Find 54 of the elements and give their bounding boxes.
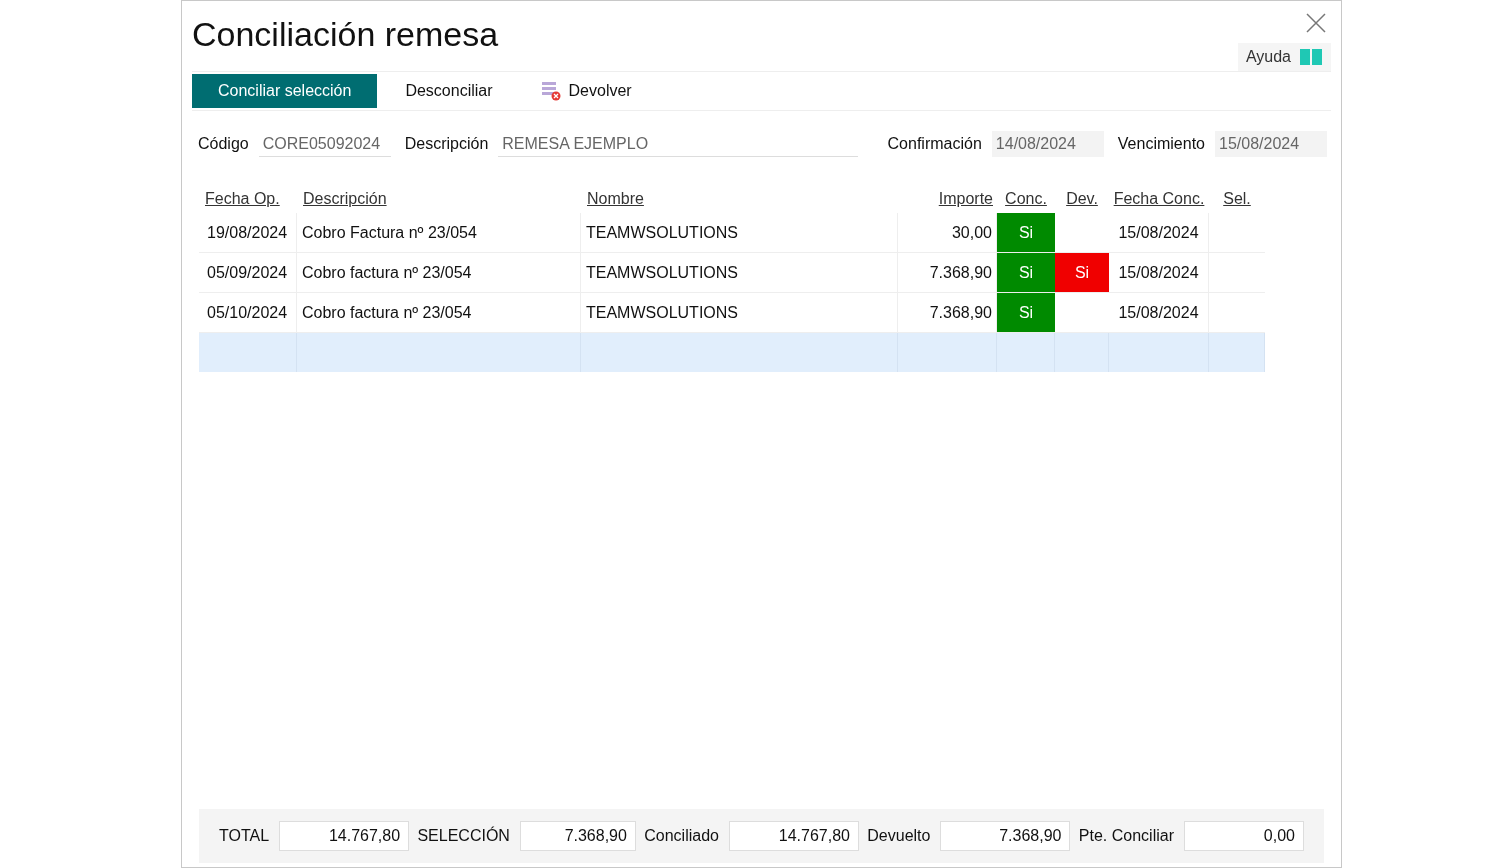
table-cell: Cobro factura nº 23/054 (297, 293, 581, 332)
column-header[interactable]: Conc. (1005, 190, 1047, 207)
table-cell: 05/10/2024 (199, 293, 297, 332)
table-row[interactable]: 05/09/2024 Cobro factura nº 23/054 TEAMWSOLUTIONS 7.368,90 Si Si 15/08/2024 (199, 253, 1265, 293)
help-button[interactable]: Ayuda (1237, 43, 1331, 71)
list-remove-icon (540, 81, 561, 101)
table-cell: 15/08/2024 (1109, 213, 1209, 252)
column-header[interactable]: Fecha Op. (205, 190, 280, 207)
total-field[interactable]: 7.368,90 (940, 821, 1071, 851)
field-label: Confirmación (887, 134, 982, 154)
total-label: Pte. Conciliar (1078, 826, 1174, 846)
table-cell: Cobro Factura nº 23/054 (297, 213, 581, 252)
dialog-title: Conciliación remesa (192, 14, 499, 55)
total-label: SELECCIÓN (417, 825, 510, 846)
column-header[interactable]: Nombre (587, 190, 644, 207)
text-field[interactable]: CORE05092024 (258, 131, 391, 157)
conc-cell: Si (997, 213, 1055, 252)
table-row[interactable]: 19/08/2024 Cobro Factura nº 23/054 TEAMWSOLUTIONS 30,00 Si 15/08/2024 (199, 213, 1265, 253)
table-cell: TEAMWSOLUTIONS (581, 293, 898, 332)
dev-cell: Si (1055, 253, 1109, 292)
conc-cell: Si (997, 293, 1055, 332)
table-cell: 05/09/2024 (199, 253, 297, 292)
text-field[interactable]: REMESA EJEMPLO (498, 131, 859, 157)
total-field[interactable]: 0,00 (1183, 821, 1304, 851)
table-cell: 15/08/2024 (1109, 253, 1209, 292)
total-label: Conciliado (644, 826, 719, 846)
column-header[interactable]: Descripción (303, 190, 387, 207)
conc-cell: Si (997, 253, 1055, 292)
table-cell: 19/08/2024 (199, 213, 297, 252)
text-field[interactable]: 15/08/2024 (1215, 131, 1327, 157)
total-label: TOTAL (219, 826, 270, 846)
total-label: Devuelto (867, 826, 931, 846)
column-header[interactable]: Importe (938, 190, 993, 207)
field-label: Descripción (404, 134, 489, 154)
devolver-button[interactable]: Devolver (520, 74, 652, 108)
table-cell: TEAMWSOLUTIONS (581, 213, 898, 252)
total-field[interactable]: 7.368,90 (519, 821, 636, 851)
desconciliar-button[interactable]: Desconciliar (377, 74, 521, 108)
text-field[interactable]: 14/08/2024 (991, 131, 1104, 157)
table-cell: TEAMWSOLUTIONS (581, 253, 898, 292)
column-header[interactable]: Sel. (1223, 190, 1251, 207)
total-field[interactable]: 14.767,80 (279, 821, 410, 851)
field-label: Código (198, 134, 249, 154)
close-icon (1305, 12, 1327, 34)
total-field[interactable]: 14.767,80 (728, 821, 859, 851)
table-row[interactable]: 05/10/2024 Cobro factura nº 23/054 TEAMWSOLUTIONS 7.368,90 Si 15/08/2024 (199, 293, 1265, 333)
table-cell: 15/08/2024 (1109, 293, 1209, 332)
column-header[interactable]: Fecha Conc. (1113, 190, 1205, 207)
table-cell: Cobro factura nº 23/054 (297, 253, 581, 292)
close-button[interactable] (1305, 11, 1329, 35)
field-label: Vencimiento (1117, 134, 1205, 154)
book-icon (1299, 48, 1323, 66)
column-header[interactable]: Dev. (1066, 190, 1098, 207)
conciliar-button[interactable]: Conciliar selección (192, 74, 378, 108)
